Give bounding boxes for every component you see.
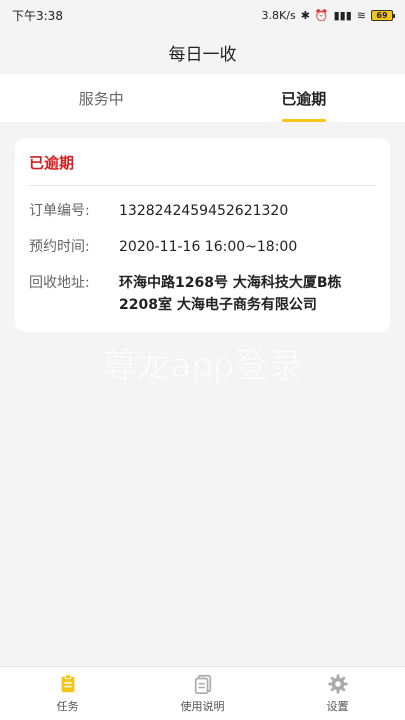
nav-item-instructions[interactable]: 使用说明 bbox=[135, 667, 270, 720]
pickup-address-label: 回收地址: bbox=[29, 275, 90, 291]
pickup-address-value: 环海中路1268号 大海科技大厦B栋2208室 大海电子商务有限公司 bbox=[119, 275, 342, 313]
appointment-time-row: 预约时间: 2020-11-16 16:00~18:00 bbox=[29, 236, 376, 258]
battery-icon: 69 bbox=[371, 9, 395, 21]
page-title: 每日一收 bbox=[0, 30, 405, 74]
tab-overdue[interactable]: 已逾期 bbox=[203, 74, 405, 122]
appointment-time-value: 2020-11-16 16:00~18:00 bbox=[119, 239, 298, 255]
status-bar: 下午3:38 3.8K/s ✱ ⏰ ▮▮▮ ≋ 69 bbox=[0, 0, 405, 30]
status-icons: 3.8K/s ✱ ⏰ ▮▮▮ ≋ 69 bbox=[261, 8, 395, 22]
network-speed: 3.8K/s bbox=[261, 8, 296, 22]
pickup-address-row: 回收地址: 环海中路1268号 大海科技大厦B栋2208室 大海电子商务有限公司 bbox=[29, 272, 376, 316]
tab-bar: 服务中 已逾期 bbox=[0, 74, 405, 122]
nav-item-tasks[interactable]: 任务 bbox=[0, 667, 135, 720]
order-list: 已逾期 订单编号: 1328242459452621320 预约时间: 2020… bbox=[0, 122, 405, 348]
order-number-label: 订单编号: bbox=[29, 203, 90, 219]
order-card[interactable]: 已逾期 订单编号: 1328242459452621320 预约时间: 2020… bbox=[15, 138, 390, 332]
alarm-icon: ⏰ bbox=[314, 8, 329, 22]
bluetooth-icon: ✱ bbox=[300, 8, 310, 22]
signal-icon: ▮▮▮ bbox=[333, 8, 352, 22]
nav-label-instructions: 使用说明 bbox=[180, 700, 225, 713]
status-time: 下午3:38 bbox=[12, 8, 63, 23]
order-number-row: 订单编号: 1328242459452621320 bbox=[29, 200, 376, 222]
nav-item-settings[interactable]: 设置 bbox=[270, 667, 405, 720]
appointment-time-label: 预约时间: bbox=[29, 239, 90, 255]
nav-label-tasks: 任务 bbox=[56, 700, 79, 713]
wifi-icon: ≋ bbox=[356, 8, 366, 22]
bottom-nav: 任务 使用说明 设置 bbox=[0, 666, 405, 720]
order-status-label: 已逾期 bbox=[29, 138, 376, 186]
nav-label-settings: 设置 bbox=[326, 700, 349, 713]
order-number-value: 1328242459452621320 bbox=[119, 203, 289, 219]
document-icon bbox=[194, 674, 211, 694]
clipboard-icon bbox=[61, 674, 74, 693]
tab-in-service[interactable]: 服务中 bbox=[0, 74, 203, 122]
gear-icon bbox=[327, 674, 348, 694]
